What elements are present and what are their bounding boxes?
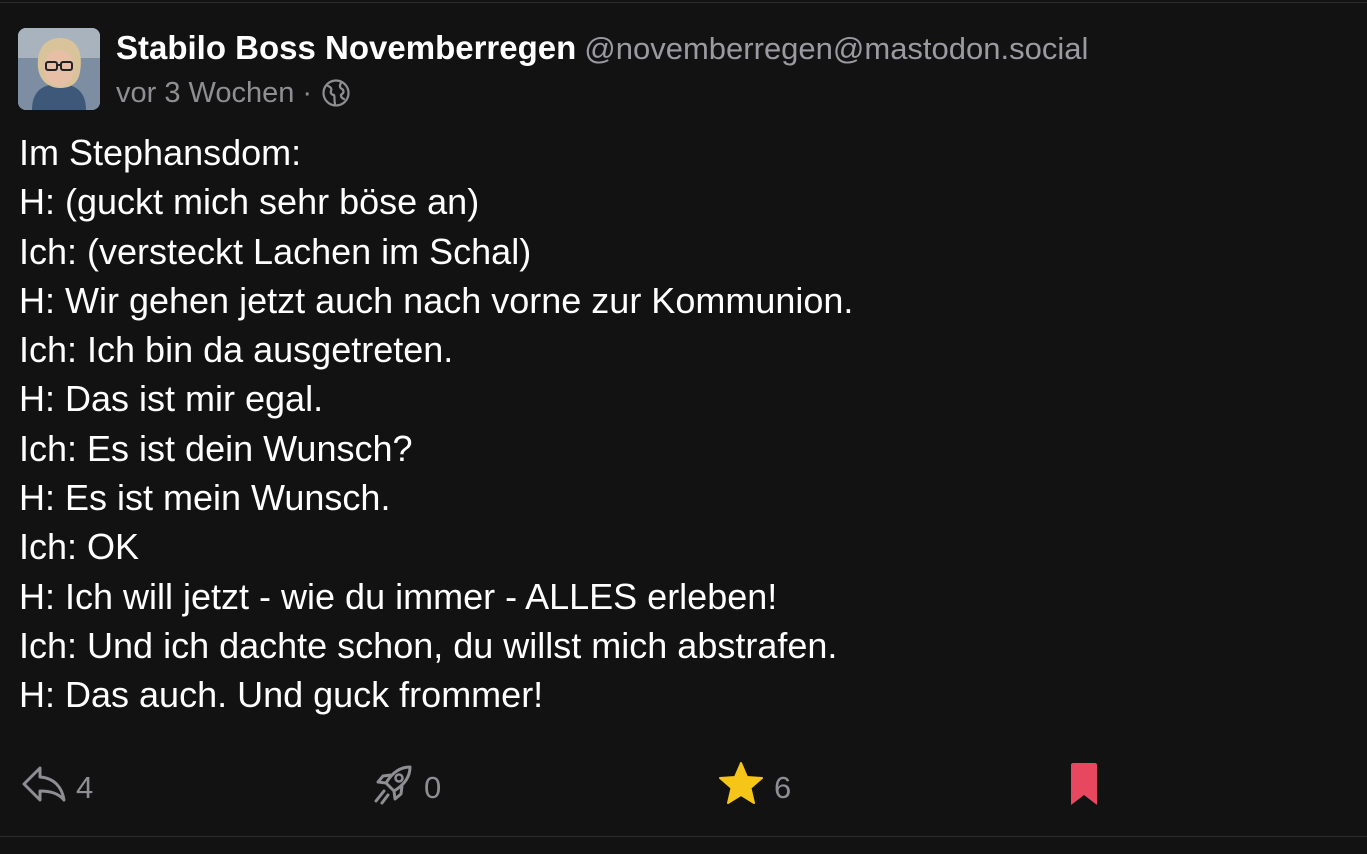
post-line: Ich: Es ist dein Wunsch?	[19, 427, 413, 469]
post-line: H: (guckt mich sehr böse an)	[19, 181, 480, 223]
post-actions: 4 0 6	[0, 760, 1367, 816]
post-content: Im Stephansdom: H: (guckt mich sehr böse…	[19, 128, 1339, 720]
post-meta: vor 3 Wochen ·	[116, 74, 352, 112]
author-avatar[interactable]	[18, 28, 100, 110]
post-line: H: Das auch. Und guck frommer!	[19, 674, 544, 716]
post-timestamp[interactable]: vor 3 Wochen	[116, 77, 294, 110]
top-divider	[0, 2, 1367, 3]
reply-count: 4	[76, 770, 94, 805]
favourite-count: 6	[774, 770, 792, 805]
post-line: H: Ich will jetzt - wie du immer - ALLES…	[19, 575, 778, 617]
author-header[interactable]: Stabilo Boss Novemberregen @novemberregen…	[116, 28, 1088, 69]
post-line: H: Das ist mir egal.	[19, 378, 324, 420]
favourite-button[interactable]: 6	[716, 760, 791, 816]
star-icon	[716, 760, 766, 816]
author-handle[interactable]: @novemberregen@mastodon.social	[584, 31, 1088, 66]
avatar-photo	[18, 28, 100, 110]
post-line: Ich: (versteckt Lachen im Schal)	[19, 230, 532, 272]
bookmark-icon	[1068, 761, 1100, 815]
author-display-name[interactable]: Stabilo Boss Novemberregen	[116, 29, 576, 66]
post-line: Im Stephansdom:	[19, 132, 302, 173]
reply-icon	[20, 762, 68, 814]
post-line: H: Wir gehen jetzt auch nach vorne zur K…	[19, 279, 854, 321]
boost-count: 0	[424, 770, 442, 805]
reply-button[interactable]: 4	[20, 760, 93, 816]
rocket-icon	[370, 761, 416, 815]
boost-button[interactable]: 0	[370, 760, 441, 816]
post-line: H: Es ist mein Wunsch.	[19, 477, 391, 519]
bookmark-button[interactable]	[1068, 760, 1100, 816]
bottom-divider	[0, 836, 1367, 837]
meta-separator: ·	[302, 76, 313, 109]
post-line: Ich: Und ich dachte schon, du willst mic…	[19, 624, 838, 666]
post-line: Ich: Ich bin da ausgetreten.	[19, 329, 454, 371]
globe-icon	[320, 77, 352, 109]
post-line: Ich: OK	[19, 526, 140, 568]
